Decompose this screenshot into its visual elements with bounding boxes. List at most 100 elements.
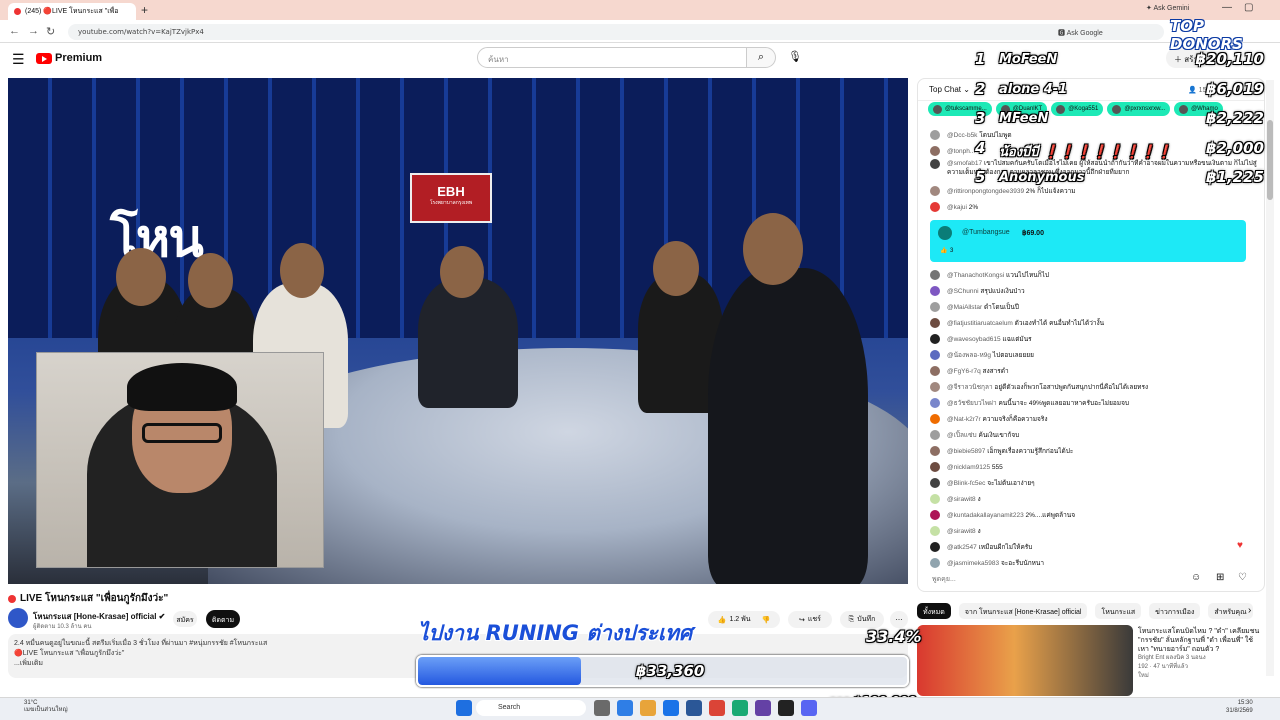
avatar[interactable]: [930, 350, 940, 360]
chat-author[interactable]: @เปิ้ลแซ่บ: [947, 432, 977, 439]
ticker-chip[interactable]: @Koga551: [1051, 102, 1104, 116]
chat-author[interactable]: @kajui: [947, 204, 967, 211]
scrollbar-thumb[interactable]: [1267, 120, 1273, 200]
discord-icon[interactable]: [801, 700, 817, 716]
chat-author[interactable]: @smofab17: [947, 160, 982, 167]
app-icon[interactable]: [732, 700, 748, 716]
forward-icon[interactable]: →: [28, 25, 39, 37]
chat-author[interactable]: @น้องพลอ-ห9g: [947, 352, 991, 359]
dislike-icon[interactable]: 👎: [762, 616, 771, 624]
avatar[interactable]: [930, 510, 940, 520]
chat-author[interactable]: @jasmimeka5983: [947, 560, 999, 567]
chat-author[interactable]: @kuntadakallayanamit223: [947, 512, 1024, 519]
app-icon[interactable]: [755, 700, 771, 716]
emoji-icon[interactable]: ☺: [1191, 572, 1201, 583]
file-explorer-icon[interactable]: [640, 700, 656, 716]
filter-chip[interactable]: ข่าวการเมือง: [1149, 603, 1201, 619]
obs-icon[interactable]: [778, 700, 794, 716]
chat-author[interactable]: @atk2547: [947, 544, 977, 551]
browser-tab[interactable]: (245) 🔴LIVE โหนกระแส "เพื่อ: [8, 3, 136, 20]
filter-chip[interactable]: จาก โหนกระแส [Hone-Krasae] official: [958, 603, 1088, 619]
super-chat-likes[interactable]: 3: [950, 248, 953, 254]
chat-author[interactable]: @sirawit8: [947, 528, 976, 535]
chat-author[interactable]: @wavesoybad615: [947, 336, 1001, 343]
avatar[interactable]: [930, 202, 940, 212]
chat-author[interactable]: @MaiAllstar: [947, 304, 982, 311]
ticker-chip[interactable]: @pxrxnsxrxw...: [1107, 102, 1171, 116]
mic-icon[interactable]: 🎙: [788, 50, 802, 63]
copilot-icon[interactable]: [617, 700, 633, 716]
chat-author[interactable]: @Dcc-b5k: [947, 132, 977, 139]
avatar[interactable]: [930, 366, 940, 376]
avatar[interactable]: [930, 318, 940, 328]
avatar[interactable]: [930, 270, 940, 280]
avatar[interactable]: [930, 446, 940, 456]
chat-author[interactable]: @Nat-k2r7r: [947, 416, 981, 423]
chat-author[interactable]: @จีราลวนิชกุลา: [947, 384, 993, 391]
super-chat-icon[interactable]: ⊞: [1216, 572, 1224, 583]
avatar[interactable]: [930, 146, 940, 156]
chrome-icon[interactable]: [709, 700, 725, 716]
avatar[interactable]: [930, 478, 940, 488]
save-button[interactable]: ⎘ บันทึก: [840, 611, 884, 628]
search-icon[interactable]: ⌕: [746, 47, 776, 68]
start-icon[interactable]: [456, 700, 472, 716]
filter-chip[interactable]: สำหรับคุณ: [1208, 603, 1253, 619]
task-view-icon[interactable]: [594, 700, 610, 716]
chat-author[interactable]: @ThanachotKongsi: [947, 272, 1004, 279]
chat-author[interactable]: @SChunni: [947, 288, 979, 295]
chevron-right-icon[interactable]: ›: [1248, 605, 1251, 616]
avatar[interactable]: [930, 186, 940, 196]
avatar[interactable]: [930, 382, 940, 392]
avatar[interactable]: [930, 398, 940, 408]
ask-google-button[interactable]: 🅶 Ask Google: [1058, 28, 1103, 38]
chat-author[interactable]: @Blink-fc5ec: [947, 480, 985, 487]
share-button[interactable]: ↪ แชร์: [788, 611, 832, 628]
search-input[interactable]: ค้นหา: [477, 47, 747, 68]
ask-gemini-button[interactable]: ✦ Ask Gemini: [1146, 4, 1189, 12]
super-chat-card[interactable]: @Tumbangsue ฿69.00 👍 3: [930, 220, 1246, 262]
avatar[interactable]: [930, 542, 940, 552]
avatar[interactable]: [930, 414, 940, 424]
filter-chip[interactable]: โหนกระแส: [1095, 603, 1142, 619]
weather-widget[interactable]: 31°C เมฆเป็นส่วนใหญ่: [24, 700, 68, 714]
chat-input[interactable]: พูดคุย...: [928, 569, 1258, 587]
recommended-thumbnail[interactable]: [917, 625, 1133, 696]
chat-author[interactable]: @biebie5897: [947, 448, 985, 455]
chat-author[interactable]: @rittironpongtongdee3939: [947, 188, 1024, 195]
youtube-logo[interactable]: Premium: [36, 52, 102, 64]
avatar[interactable]: [930, 286, 940, 296]
avatar[interactable]: [930, 302, 940, 312]
join-button[interactable]: สมัคร: [173, 611, 197, 627]
taskbar-search[interactable]: Search: [476, 700, 586, 716]
avatar[interactable]: [930, 430, 940, 440]
avatar[interactable]: [930, 159, 940, 169]
maximize-button[interactable]: ▢: [1244, 2, 1253, 13]
chat-author[interactable]: @FgY6-r7q: [947, 368, 981, 375]
avatar[interactable]: [930, 462, 940, 472]
more-actions-icon[interactable]: ⋯: [890, 611, 908, 628]
taskbar-clock[interactable]: 15:30 31/8/2569: [1226, 699, 1253, 715]
avatar[interactable]: [930, 494, 940, 504]
channel-avatar[interactable]: [8, 608, 28, 628]
page-scrollbar[interactable]: [1266, 80, 1274, 676]
store-icon[interactable]: [686, 700, 702, 716]
chat-author[interactable]: @nicklam9125: [947, 464, 990, 471]
chat-author[interactable]: @ธวัชชัยบวไพผ่า: [947, 400, 997, 407]
avatar[interactable]: [930, 334, 940, 344]
heart-icon[interactable]: ♥: [1237, 540, 1243, 551]
chat-author[interactable]: @fiatjustitiaruatcaelum: [947, 320, 1013, 327]
chat-author[interactable]: @sirawit8: [947, 496, 976, 503]
chat-author[interactable]: @tonph...: [947, 148, 975, 155]
edge-icon[interactable]: [663, 700, 679, 716]
minimize-button[interactable]: —: [1222, 2, 1232, 13]
like-chat-icon[interactable]: ♡: [1238, 572, 1247, 583]
filter-chip[interactable]: ทั้งหมด: [917, 603, 951, 619]
avatar[interactable]: [930, 558, 940, 568]
reload-icon[interactable]: ↻: [46, 25, 55, 38]
recommended-video-info[interactable]: โหนกระแสโดนบิดไหม ? "ดำ" เคลียมชน "กรรชั…: [1138, 627, 1263, 681]
chat-mode-dropdown[interactable]: Top Chat ⌄: [929, 85, 970, 94]
menu-icon[interactable]: ☰: [12, 51, 25, 68]
url-input[interactable]: youtube.com/watch?v=KajTZvjkPx4: [68, 24, 1164, 40]
back-icon[interactable]: ←: [9, 25, 20, 37]
